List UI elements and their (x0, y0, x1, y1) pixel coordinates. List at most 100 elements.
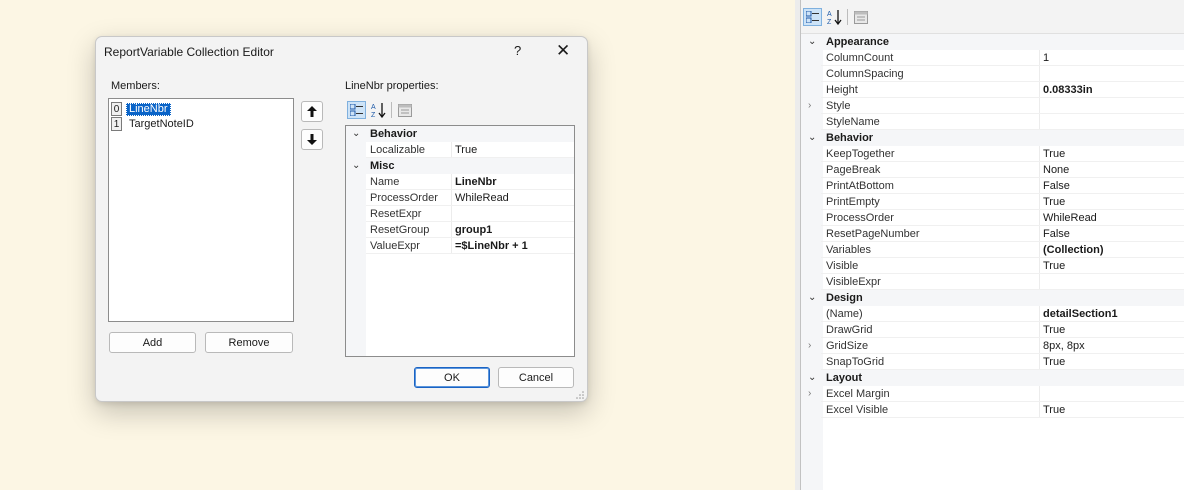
chevron-right-icon[interactable]: › (808, 98, 811, 114)
property-grid[interactable]: ⌄ Behavior Localizable True ⌄ Misc Name … (345, 125, 575, 357)
chevron-down-icon[interactable]: ⌄ (808, 290, 816, 306)
property-row[interactable]: Localizable True (346, 142, 574, 158)
remove-button[interactable]: Remove (205, 332, 293, 353)
property-row[interactable]: Name LineNbr (346, 174, 574, 190)
property-row[interactable]: ProcessOrder WhileRead (346, 190, 574, 206)
property-pages-button[interactable] (851, 8, 870, 26)
category-row[interactable]: ⌄ Misc (346, 158, 574, 174)
chevron-down-icon[interactable]: ⌄ (352, 158, 360, 174)
category-row[interactable]: ⌄ Behavior (801, 130, 1184, 146)
column-divider (1039, 322, 1040, 338)
close-icon[interactable]: ✕ (556, 41, 570, 61)
category-row[interactable]: ⌄ Behavior (346, 126, 574, 142)
property-row[interactable]: Height 0.08333in (801, 82, 1184, 98)
category-label: Behavior (826, 132, 874, 144)
property-row[interactable]: ProcessOrder WhileRead (801, 210, 1184, 226)
property-row[interactable]: SnapToGrid True (801, 354, 1184, 370)
property-value[interactable]: False (1043, 178, 1070, 194)
property-label: Excel Margin (826, 388, 890, 400)
property-value[interactable]: True (1043, 258, 1065, 274)
list-item[interactable]: 0 LineNbr (111, 102, 171, 116)
property-row[interactable]: PageBreak None (801, 162, 1184, 178)
alphabetical-button[interactable]: A Z (825, 8, 844, 26)
chevron-right-icon[interactable]: › (808, 338, 811, 354)
property-row[interactable]: PrintEmpty True (801, 194, 1184, 210)
property-value[interactable]: group1 (455, 222, 492, 238)
property-value[interactable]: True (1043, 402, 1065, 418)
grid-toolbar: A Z (347, 101, 414, 119)
property-label: PrintEmpty (826, 196, 880, 208)
property-row[interactable]: ResetGroup group1 (346, 222, 574, 238)
property-row[interactable]: ResetExpr (346, 206, 574, 222)
cancel-button[interactable]: Cancel (498, 367, 574, 388)
resize-grip-icon[interactable] (576, 391, 584, 399)
category-row[interactable]: ⌄ Appearance (801, 34, 1184, 50)
property-row[interactable]: KeepTogether True (801, 146, 1184, 162)
property-value[interactable]: WhileRead (1043, 210, 1097, 226)
property-value[interactable]: True (1043, 146, 1065, 162)
property-row[interactable]: (Name) detailSection1 (801, 306, 1184, 322)
property-value[interactable]: True (1043, 194, 1065, 210)
property-label: SnapToGrid (826, 356, 885, 368)
property-value[interactable]: LineNbr (455, 174, 497, 190)
property-label: PageBreak (826, 164, 881, 176)
move-up-button[interactable] (301, 101, 323, 122)
property-label: VisibleExpr (826, 276, 881, 288)
property-row[interactable]: VisibleExpr (801, 274, 1184, 290)
property-value[interactable]: 1 (1043, 50, 1049, 66)
property-grid[interactable]: ⌄ Appearance ColumnCount 1 ColumnSpacing Heig… (801, 34, 1184, 490)
move-down-button[interactable] (301, 129, 323, 150)
property-row[interactable]: › Style (801, 98, 1184, 114)
properties-panel: A Z ⌄ Appearance ColumnCount 1 ColumnSpacing… (800, 0, 1184, 490)
chevron-down-icon[interactable]: ⌄ (808, 34, 816, 50)
property-row[interactable]: PrintAtBottom False (801, 178, 1184, 194)
categorized-button[interactable] (803, 8, 822, 26)
chevron-down-icon[interactable]: ⌄ (352, 126, 360, 142)
categorized-button[interactable] (347, 101, 366, 119)
property-value[interactable]: True (1043, 322, 1065, 338)
property-label: Localizable (370, 144, 426, 156)
property-value[interactable]: True (1043, 354, 1065, 370)
properties-label: LineNbr properties: (345, 80, 439, 92)
property-row[interactable]: › Excel Margin (801, 386, 1184, 402)
help-button[interactable]: ? (514, 43, 521, 58)
property-value[interactable]: True (455, 142, 477, 158)
property-row[interactable]: ResetPageNumber False (801, 226, 1184, 242)
property-row[interactable]: Excel Visible True (801, 402, 1184, 418)
property-row[interactable]: ColumnCount 1 (801, 50, 1184, 66)
property-row[interactable]: › GridSize 8px, 8px (801, 338, 1184, 354)
property-pages-button[interactable] (395, 101, 414, 119)
property-row[interactable]: Visible True (801, 258, 1184, 274)
property-label: Variables (826, 244, 872, 256)
list-item[interactable]: 1 TargetNoteID (111, 117, 197, 131)
category-row[interactable]: ⌄ Layout (801, 370, 1184, 386)
category-label: Appearance (826, 36, 889, 48)
property-value[interactable]: 8px, 8px (1043, 338, 1085, 354)
property-value[interactable]: detailSection1 (1043, 306, 1118, 322)
members-list[interactable]: 0 LineNbr 1 TargetNoteID (108, 98, 294, 322)
column-divider (451, 222, 452, 238)
category-row[interactable]: ⌄ Design (801, 290, 1184, 306)
property-row[interactable]: ColumnSpacing (801, 66, 1184, 82)
chevron-right-icon[interactable]: › (808, 386, 811, 402)
column-divider (1039, 354, 1040, 370)
property-row[interactable]: ValueExpr =$LineNbr + 1 (346, 238, 574, 254)
property-row[interactable]: Variables (Collection) (801, 242, 1184, 258)
column-divider (1039, 386, 1040, 402)
dialog-title: ReportVariable Collection Editor (104, 45, 274, 59)
alphabetical-button[interactable]: A Z (369, 101, 388, 119)
sort-az-icon: A Z (827, 10, 842, 25)
property-value[interactable]: WhileRead (455, 190, 509, 206)
property-value[interactable]: 0.08333in (1043, 82, 1093, 98)
add-button[interactable]: Add (109, 332, 196, 353)
property-value[interactable]: None (1043, 162, 1069, 178)
property-row[interactable]: DrawGrid True (801, 322, 1184, 338)
ok-button[interactable]: OK (414, 367, 490, 388)
chevron-down-icon[interactable]: ⌄ (808, 130, 816, 146)
property-value[interactable]: =$LineNbr + 1 (455, 238, 528, 254)
chevron-down-icon[interactable]: ⌄ (808, 370, 816, 386)
categorized-icon (350, 104, 363, 116)
property-value[interactable]: (Collection) (1043, 242, 1104, 258)
property-value[interactable]: False (1043, 226, 1070, 242)
property-row[interactable]: StyleName (801, 114, 1184, 130)
